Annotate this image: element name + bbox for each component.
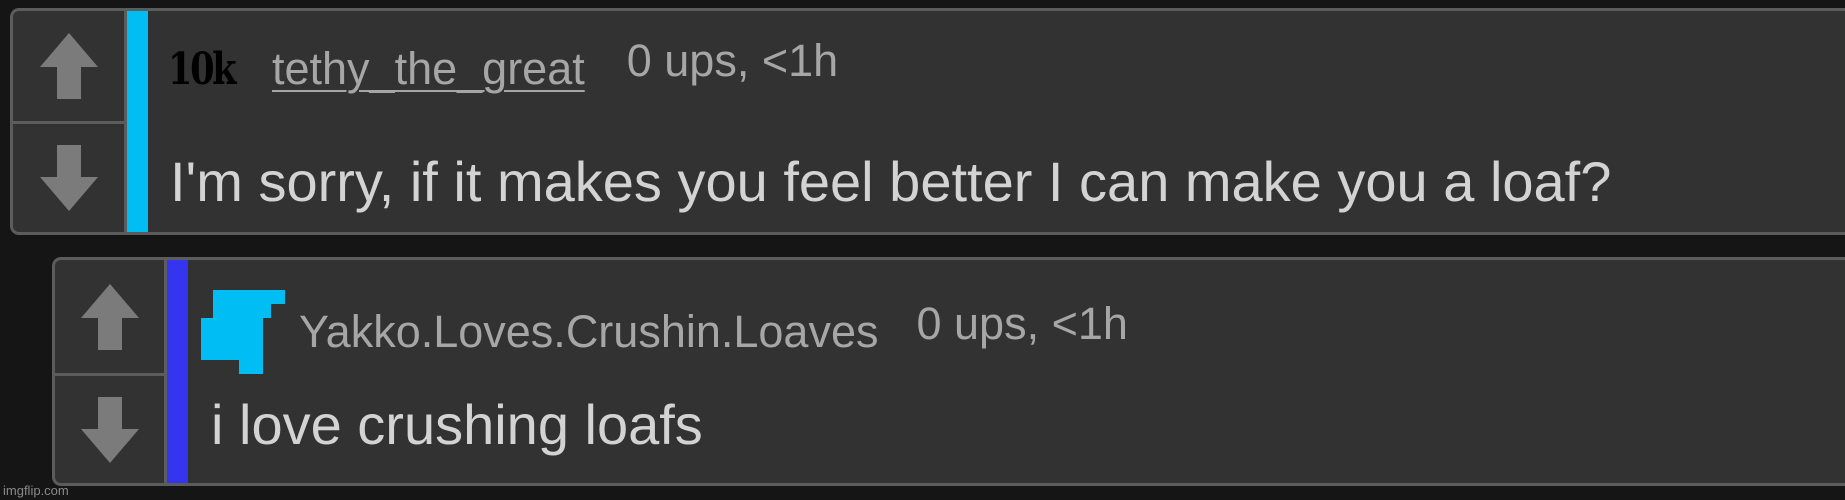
reply-comment: Yakko.Loves.Crushin.Loaves 0 ups, <1h i … [52,257,1845,486]
username-link[interactable]: Yakko.Loves.Crushin.Loaves [299,306,879,358]
comment-text: I'm sorry, if it makes you feel better I… [170,150,1612,213]
downvote-button[interactable] [55,373,164,483]
arrow-down-icon [39,145,98,211]
arrow-down-icon [80,396,139,463]
vote-column [13,11,127,232]
comment-header: Yakko.Loves.Crushin.Loaves 0 ups, <1h [201,290,1128,374]
arrow-up-icon [80,283,139,350]
username-link[interactable]: tethy_the_great [272,43,585,95]
comment-meta: 0 ups, <1h [626,35,839,86]
depth-bar [167,260,188,483]
vote-column [55,260,167,483]
comment-meta: 0 ups, <1h [916,298,1128,349]
upvote-button[interactable] [13,11,124,121]
downvote-button[interactable] [13,121,124,232]
comment: 10k tethy_the_great 0 ups, <1h I'm sorry… [10,8,1845,235]
comment-header: 10k tethy_the_great 0 ups, <1h [168,35,838,95]
upvote-button[interactable] [55,260,164,373]
comment-text: i love crushing loafs [211,393,703,456]
watermark: imgflip.com [3,483,69,498]
points-badge: 10k [168,44,237,95]
arrow-up-icon [39,33,98,99]
pixel-avatar-icon[interactable] [201,290,285,374]
depth-bar [127,11,148,232]
